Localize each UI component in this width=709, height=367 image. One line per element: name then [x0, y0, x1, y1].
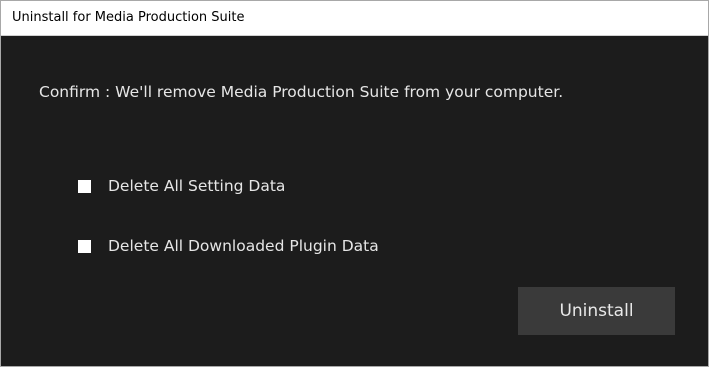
delete-settings-label: Delete All Setting Data — [108, 177, 286, 195]
title-bar[interactable]: Uninstall for Media Production Suite — [1, 1, 708, 36]
delete-settings-option[interactable]: Delete All Setting Data — [78, 176, 285, 196]
delete-plugins-option[interactable]: Delete All Downloaded Plugin Data — [78, 236, 379, 256]
uninstall-button[interactable]: Uninstall — [518, 287, 675, 335]
uninstall-window: Uninstall for Media Production Suite Con… — [0, 0, 709, 367]
delete-plugins-checkbox[interactable] — [78, 239, 91, 253]
delete-settings-checkbox[interactable] — [78, 179, 91, 193]
confirm-message: Confirm : We'll remove Media Production … — [39, 83, 564, 101]
window-title: Uninstall for Media Production Suite — [12, 10, 245, 25]
delete-plugins-label: Delete All Downloaded Plugin Data — [108, 237, 379, 255]
